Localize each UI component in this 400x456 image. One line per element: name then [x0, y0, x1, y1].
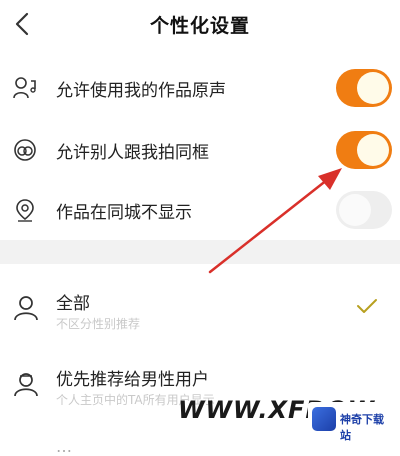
duet-icon: [12, 137, 38, 163]
logo-text: 神奇下载站: [340, 413, 384, 442]
toggle-knob: [357, 134, 389, 166]
section-divider: [0, 240, 400, 264]
option-description: 不区分性别推荐: [56, 317, 141, 331]
male-user-icon: [12, 370, 40, 398]
watermark-logo: 神奇下载站: [308, 402, 394, 442]
option-label: 优先推荐给男性用户: [56, 370, 209, 390]
toggle-knob: [339, 194, 371, 226]
setting-row-duet[interactable]: 允许别人跟我拍同框: [0, 120, 400, 180]
hide-local-toggle[interactable]: [336, 191, 392, 229]
page-title: 个性化设置: [149, 15, 250, 37]
setting-label: 允许别人跟我拍同框: [56, 143, 209, 163]
checkmark-icon: [356, 297, 378, 315]
toggle-knob: [357, 72, 389, 104]
top-bar: 个性化设置: [0, 0, 400, 50]
site-logo-icon: [312, 407, 336, 431]
person-icon: [12, 294, 40, 322]
setting-row-original-sound[interactable]: 允许使用我的作品原声: [0, 58, 400, 118]
original-sound-toggle[interactable]: [336, 69, 392, 107]
setting-row-hide-local[interactable]: 作品在同城不显示: [0, 180, 400, 240]
setting-label: 允许使用我的作品原声: [56, 81, 226, 101]
audience-option-all[interactable]: 全部 不区分性别推荐: [0, 272, 400, 338]
setting-label: 作品在同城不显示: [56, 203, 192, 223]
user-voice-icon: [12, 75, 38, 101]
location-pin-icon: [12, 197, 38, 223]
duet-toggle[interactable]: [336, 131, 392, 169]
option-label: 全部: [56, 294, 90, 314]
